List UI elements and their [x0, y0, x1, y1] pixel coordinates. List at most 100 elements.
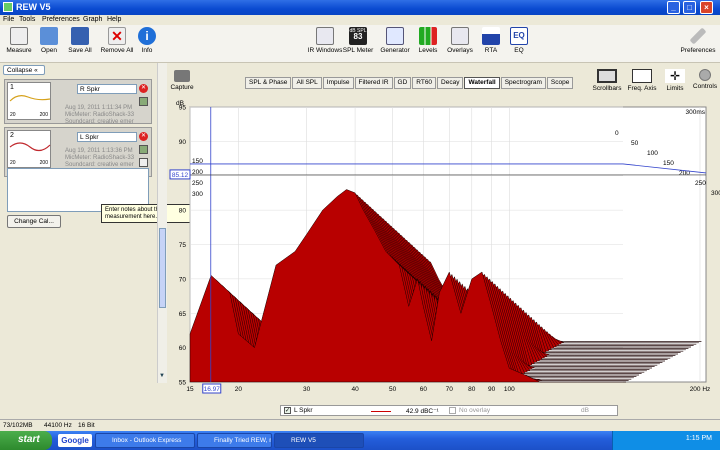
rta-icon [482, 27, 500, 45]
status-sample-rate: 44100 Hz [44, 422, 72, 429]
limits-button[interactable]: ✛ Limits [660, 69, 690, 92]
series-checkbox[interactable]: ✓ [284, 407, 291, 414]
x-tick-label: 20 [235, 386, 243, 393]
start-label: start [18, 434, 40, 445]
measure-icon [10, 27, 28, 45]
graph-tabs: SPL & Phase All SPL Impulse Filtered IR GD RT… [245, 77, 574, 89]
thumb-x1-2: 200 [39, 160, 48, 166]
freq-axis-button[interactable]: Freq. Axis [627, 69, 657, 92]
close-button[interactable]: × [700, 1, 713, 14]
y-tick-label: 75 [179, 242, 187, 249]
collapse-button[interactable]: Collapse « [3, 65, 45, 75]
tab-all-spl[interactable]: All SPL [292, 77, 322, 89]
google-toolbar[interactable]: Google [58, 434, 92, 447]
status-memory: 73/102MB [3, 422, 33, 429]
x-tick-label: 50 [389, 386, 397, 393]
tab-spectrogram[interactable]: Spectrogram [500, 77, 546, 89]
time-axis-label-left: 300 [192, 191, 203, 198]
tab-spl-phase[interactable]: SPL & Phase [245, 77, 292, 89]
tab-waterfall[interactable]: Waterfall [464, 77, 500, 89]
measurement-1-info-icon[interactable] [139, 97, 148, 106]
x-tick-label: 100 [504, 386, 515, 393]
graph-legend: ✓ L Spkr 42.9 dBC⁻¹ No overlay dB [280, 405, 618, 416]
maximize-button[interactable]: □ [683, 1, 696, 14]
scrollbar-thumb[interactable] [159, 228, 166, 308]
limits-label: Limits [666, 85, 684, 92]
limits-icon: ✛ [665, 69, 685, 83]
menu-bar: File Tools Preferences Graph Help [0, 15, 720, 25]
waterfall-chart[interactable]: 9590858075706560551520304050607080901002… [168, 95, 720, 395]
legend-overlay-label: No overlay [459, 407, 491, 414]
cursor-db-value: 85.12 [172, 172, 189, 179]
controls-icon [699, 69, 711, 81]
wrench-icon [689, 27, 707, 45]
menu-graph[interactable]: Graph [83, 16, 102, 23]
tab-decay[interactable]: Decay [437, 77, 464, 89]
task-browser[interactable]: Finally Tried REW, ne... [197, 433, 272, 448]
eq-button[interactable]: EQ EQ [501, 27, 537, 54]
y-axis-label: dB [176, 100, 184, 107]
scrollbars-button[interactable]: Scrollbars [592, 69, 622, 92]
eq-label: EQ [514, 47, 524, 54]
tab-scope[interactable]: Scope [546, 77, 574, 89]
info-button[interactable]: i Info [129, 27, 165, 54]
overlay-checkbox[interactable] [449, 407, 456, 414]
time-axis-unit-label: 300ms [685, 109, 705, 116]
tab-impulse[interactable]: Impulse [322, 77, 354, 89]
preferences-button[interactable]: Preferences [676, 27, 720, 54]
spl-badge-value: 83 [353, 32, 363, 41]
measurement-name-1[interactable]: R Spkr [77, 84, 137, 94]
menu-preferences[interactable]: Preferences [42, 16, 80, 23]
scroll-down-arrow-icon[interactable]: ▼ [159, 373, 165, 379]
x-tick-label: 70 [446, 386, 454, 393]
menu-help[interactable]: Help [107, 16, 121, 23]
measurement-card-1[interactable]: 1 20 200 R Spkr ✕ Aug 19, 2011 1:11:34 P… [4, 79, 152, 125]
capture-button[interactable]: Capture [170, 70, 194, 91]
generator-button[interactable]: Generator [377, 27, 413, 54]
task-rew[interactable]: REW V5 [274, 433, 364, 448]
controls-button[interactable]: Controls [690, 69, 720, 90]
info-label: Info [141, 47, 153, 54]
y-tick-label: 70 [179, 276, 187, 283]
change-cal-button[interactable]: Change Cal... [7, 215, 61, 228]
time-axis-label: 100 [647, 150, 658, 157]
time-axis-label: 150 [663, 160, 674, 167]
system-tray: 1:15 PM [612, 431, 720, 450]
tab-filtered-ir[interactable]: Filtered IR [354, 77, 393, 89]
legend-series-swatch [371, 411, 391, 412]
y-tick-label: 55 [179, 380, 187, 387]
status-bar: 73/102MB 44100 Hz 16 Bit [0, 419, 720, 431]
remove-measurement-1-icon[interactable]: ✕ [139, 84, 148, 93]
levels-button[interactable]: Levels [410, 27, 446, 54]
eq-badge: EQ [513, 31, 525, 40]
menu-tools[interactable]: Tools [19, 16, 35, 23]
measurement-name-2[interactable]: L Spkr [77, 132, 137, 142]
menu-file[interactable]: File [3, 16, 14, 23]
measure-label: Measure [6, 47, 32, 54]
taskbar: start Google Inbox - Outlook Express Fin… [0, 431, 720, 450]
left-panel-scrollbar[interactable]: ▼ [157, 63, 167, 383]
x-tick-label: 80 [468, 386, 476, 393]
legend-series-name: L Spkr [294, 407, 313, 414]
start-button[interactable]: start [0, 431, 52, 450]
legend-overlay-value: dB [581, 407, 589, 414]
tab-rt60[interactable]: RT60 [412, 77, 437, 89]
overlays-icon [451, 27, 469, 45]
measurement-2-notes-icon[interactable] [139, 158, 148, 167]
tab-gd[interactable]: GD [393, 77, 412, 89]
y-tick-label: 80 [179, 208, 187, 215]
task-outlook[interactable]: Inbox - Outlook Express [95, 433, 195, 448]
remove-measurement-2-icon[interactable]: ✕ [139, 132, 148, 141]
save-all-button[interactable]: Save All [62, 27, 98, 54]
collapse-chevron-icon: « [34, 67, 38, 74]
measurement-date-2: Aug 19, 2011 1:13:36 PM [65, 148, 133, 154]
generator-label: Generator [380, 47, 410, 54]
time-axis-label: 50 [631, 140, 639, 147]
title-bar: REW V5 _ □ × [0, 0, 720, 15]
x-tick-label: 200 Hz [690, 386, 711, 393]
spl-meter-button[interactable]: dB SPL 83 SPL Meter [340, 27, 376, 54]
measurement-2-info-icon[interactable] [139, 145, 148, 154]
minimize-button[interactable]: _ [667, 1, 680, 14]
ir-windows-icon [316, 27, 334, 45]
ir-windows-button[interactable]: IR Windows [305, 27, 345, 54]
